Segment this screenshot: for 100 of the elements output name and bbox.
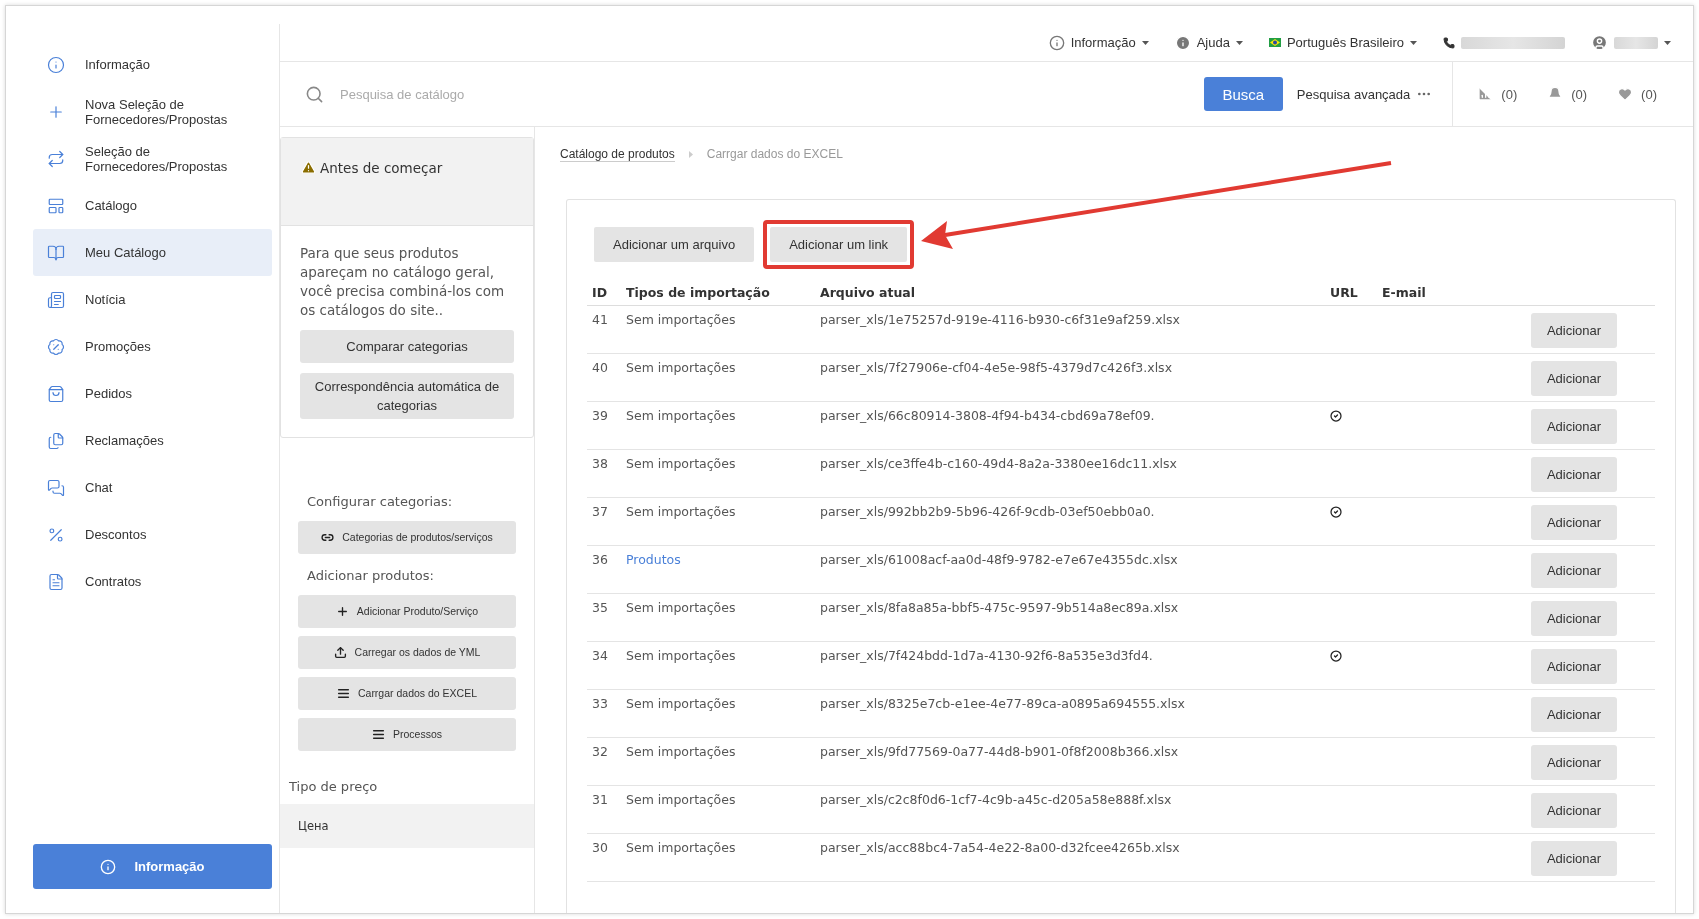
sidebar-item[interactable]: Contratos — [33, 558, 272, 605]
table-cell: 38 — [587, 449, 621, 498]
category-button[interactable]: Correspondência automática de categorias — [300, 373, 514, 419]
add-button[interactable]: Adicionar — [1531, 601, 1617, 636]
price-type-option[interactable]: Цена — [280, 804, 534, 848]
upload-icon — [333, 646, 347, 659]
table-cell: parser_xls/c2c8f0d6-1cf7-4c9b-a45c-d205a58e888f.xlsx — [815, 785, 1325, 834]
table-cell: parser_xls/ce3ffe4b-c160-49d4-8a2a-3380ee16dc11.xlsx — [815, 449, 1325, 498]
table-cell: 32 — [587, 737, 621, 786]
table-cell: 39 — [587, 401, 621, 450]
add-button[interactable]: Adicionar — [1531, 409, 1617, 444]
column-header: Tipos de importação — [621, 279, 815, 306]
link-icon — [321, 531, 335, 544]
sidebar-item[interactable]: Pedidos — [33, 370, 272, 417]
add-button[interactable]: Adicionar — [1531, 505, 1617, 540]
table-cell: 34 — [587, 641, 621, 690]
add-button[interactable]: Adicionar — [1531, 361, 1617, 396]
column-header: ID — [587, 279, 621, 306]
caret-icon — [1141, 40, 1149, 45]
percent-badge-icon — [47, 337, 65, 356]
blurred-text — [1614, 36, 1658, 49]
category-button[interactable]: Comparar categorias — [300, 330, 514, 363]
top-menu[interactable]: Português Brasileiro — [1268, 35, 1417, 50]
info-icon — [1174, 34, 1191, 51]
table-cell: parser_xls/acc88bc4-7a54-4e22-8a00-d32fcee4265b.xlsx — [815, 833, 1325, 882]
advanced-search-link[interactable]: Pesquisa avançada — [1296, 86, 1411, 102]
heart-icon — [1617, 86, 1634, 102]
tool-button[interactable]: Adicionar Produto/Serviço — [298, 595, 516, 628]
table-cell: 36 — [587, 545, 621, 594]
document-icon — [47, 572, 65, 591]
add-button[interactable]: Adicionar — [1531, 745, 1617, 780]
table-cell: 40 — [587, 353, 621, 402]
sidebar-item[interactable]: Nova Seleção de Fornecedores/Propostas — [33, 88, 272, 135]
tool-button[interactable]: Processos — [298, 718, 516, 751]
chevron-icon — [688, 150, 693, 158]
sidebar-item[interactable]: Chat — [33, 464, 272, 511]
add-button[interactable]: Adicionar um link — [770, 227, 908, 262]
tool-button[interactable]: Carrgar dados do EXCEL — [298, 677, 516, 710]
catalog-icon — [47, 196, 65, 215]
type-text: Sem importações — [626, 504, 736, 519]
table-cell: parser_xls/992bb2b9-5b96-426f-9cdb-03ef50ebb0a0. — [815, 497, 1325, 546]
percent-icon — [47, 525, 65, 544]
type-text: Sem importações — [626, 840, 736, 855]
section-heading: Adicionar produtos: — [306, 567, 435, 585]
newspaper-icon — [47, 290, 65, 309]
bag-icon — [47, 384, 65, 403]
type-text: Sem importações — [626, 312, 736, 327]
sidebar-item[interactable]: Informação — [33, 41, 272, 88]
type-link[interactable]: Produtos — [626, 552, 681, 567]
add-button[interactable]: Adicionar — [1531, 457, 1617, 492]
table-cell: parser_xls/7f27906e-cf04-4e5e-98f5-4379d7c426f3.xlsx — [815, 353, 1325, 402]
info-icon — [100, 858, 117, 875]
plus-icon — [335, 605, 349, 618]
tool-button[interactable]: Categorias de produtos/serviços — [298, 521, 516, 554]
counter[interactable]: (0) — [1477, 86, 1518, 102]
user-menu[interactable] — [1591, 34, 1671, 51]
top-menu[interactable]: Informação — [1048, 34, 1149, 51]
info-icon — [47, 55, 65, 74]
info-button[interactable]: Informação — [33, 844, 272, 889]
table-cell: 33 — [587, 689, 621, 738]
counter[interactable]: (0) — [1617, 86, 1657, 102]
type-text: Sem importações — [626, 600, 736, 615]
table-cell: parser_xls/8325e7cb-e1ee-4e77-89ca-a0895a694555.xlsx — [815, 689, 1325, 738]
top-menu[interactable]: Ajuda — [1174, 34, 1243, 51]
sidebar-item[interactable]: Promoções — [33, 323, 272, 370]
card-text: Para que seus produtos apareçam no catálogo geral, você precisa combiná-los com os catálogos do site.. — [300, 244, 506, 320]
search-button[interactable]: Busca — [1203, 77, 1283, 111]
type-text: Sem importações — [626, 696, 736, 711]
add-button[interactable]: Adicionar — [1531, 313, 1617, 348]
sidebar-item[interactable]: Notícia — [33, 276, 272, 323]
type-text: Sem importações — [626, 648, 736, 663]
column-header: Arquivo atual — [815, 279, 1325, 306]
counter[interactable]: (0) — [1547, 86, 1588, 102]
type-text: Sem importações — [626, 408, 736, 423]
column-header: E-mail — [1377, 279, 1462, 306]
sidebar-item[interactable]: Meu Catálogo — [33, 229, 272, 276]
flag-icon — [1268, 38, 1281, 47]
book-icon — [47, 243, 65, 262]
list-icon — [372, 728, 385, 741]
sidebar-item[interactable]: Descontos — [33, 511, 272, 558]
sidebar-item[interactable]: Reclamações — [33, 417, 272, 464]
add-button[interactable]: Adicionar — [1531, 841, 1617, 876]
table-cell: 31 — [587, 785, 621, 834]
breadcrumb-link[interactable]: Catálogo de produtos — [560, 146, 675, 162]
add-button[interactable]: Adicionar — [1531, 649, 1617, 684]
table-cell: parser_xls/61008acf-aa0d-48f9-9782-e7e67e4355dc.xlsx — [815, 545, 1325, 594]
sidebar-item[interactable]: Seleção de Fornecedores/Propostas — [33, 135, 272, 182]
table-cell: parser_xls/1e75257d-919e-4116-b930-c6f31e9af259.xlsx — [815, 305, 1325, 354]
add-button[interactable]: Adicionar — [1531, 793, 1617, 828]
table-cell: 41 — [587, 305, 621, 354]
table-cell: 30 — [587, 833, 621, 882]
sidebar-item[interactable]: Catálogo — [33, 182, 272, 229]
type-text: Sem importações — [626, 792, 736, 807]
add-button[interactable]: Adicionar um arquivo — [594, 227, 755, 262]
add-button[interactable]: Adicionar — [1531, 697, 1617, 732]
tool-button[interactable]: Carregar os dados de YML — [298, 636, 516, 669]
table-cell: parser_xls/8fa8a85a-bbf5-475c-9597-9b514a8ec89a.xlsx — [815, 593, 1325, 642]
table-cell: 37 — [587, 497, 621, 546]
type-text: Sem importações — [626, 360, 736, 375]
add-button[interactable]: Adicionar — [1531, 553, 1617, 588]
